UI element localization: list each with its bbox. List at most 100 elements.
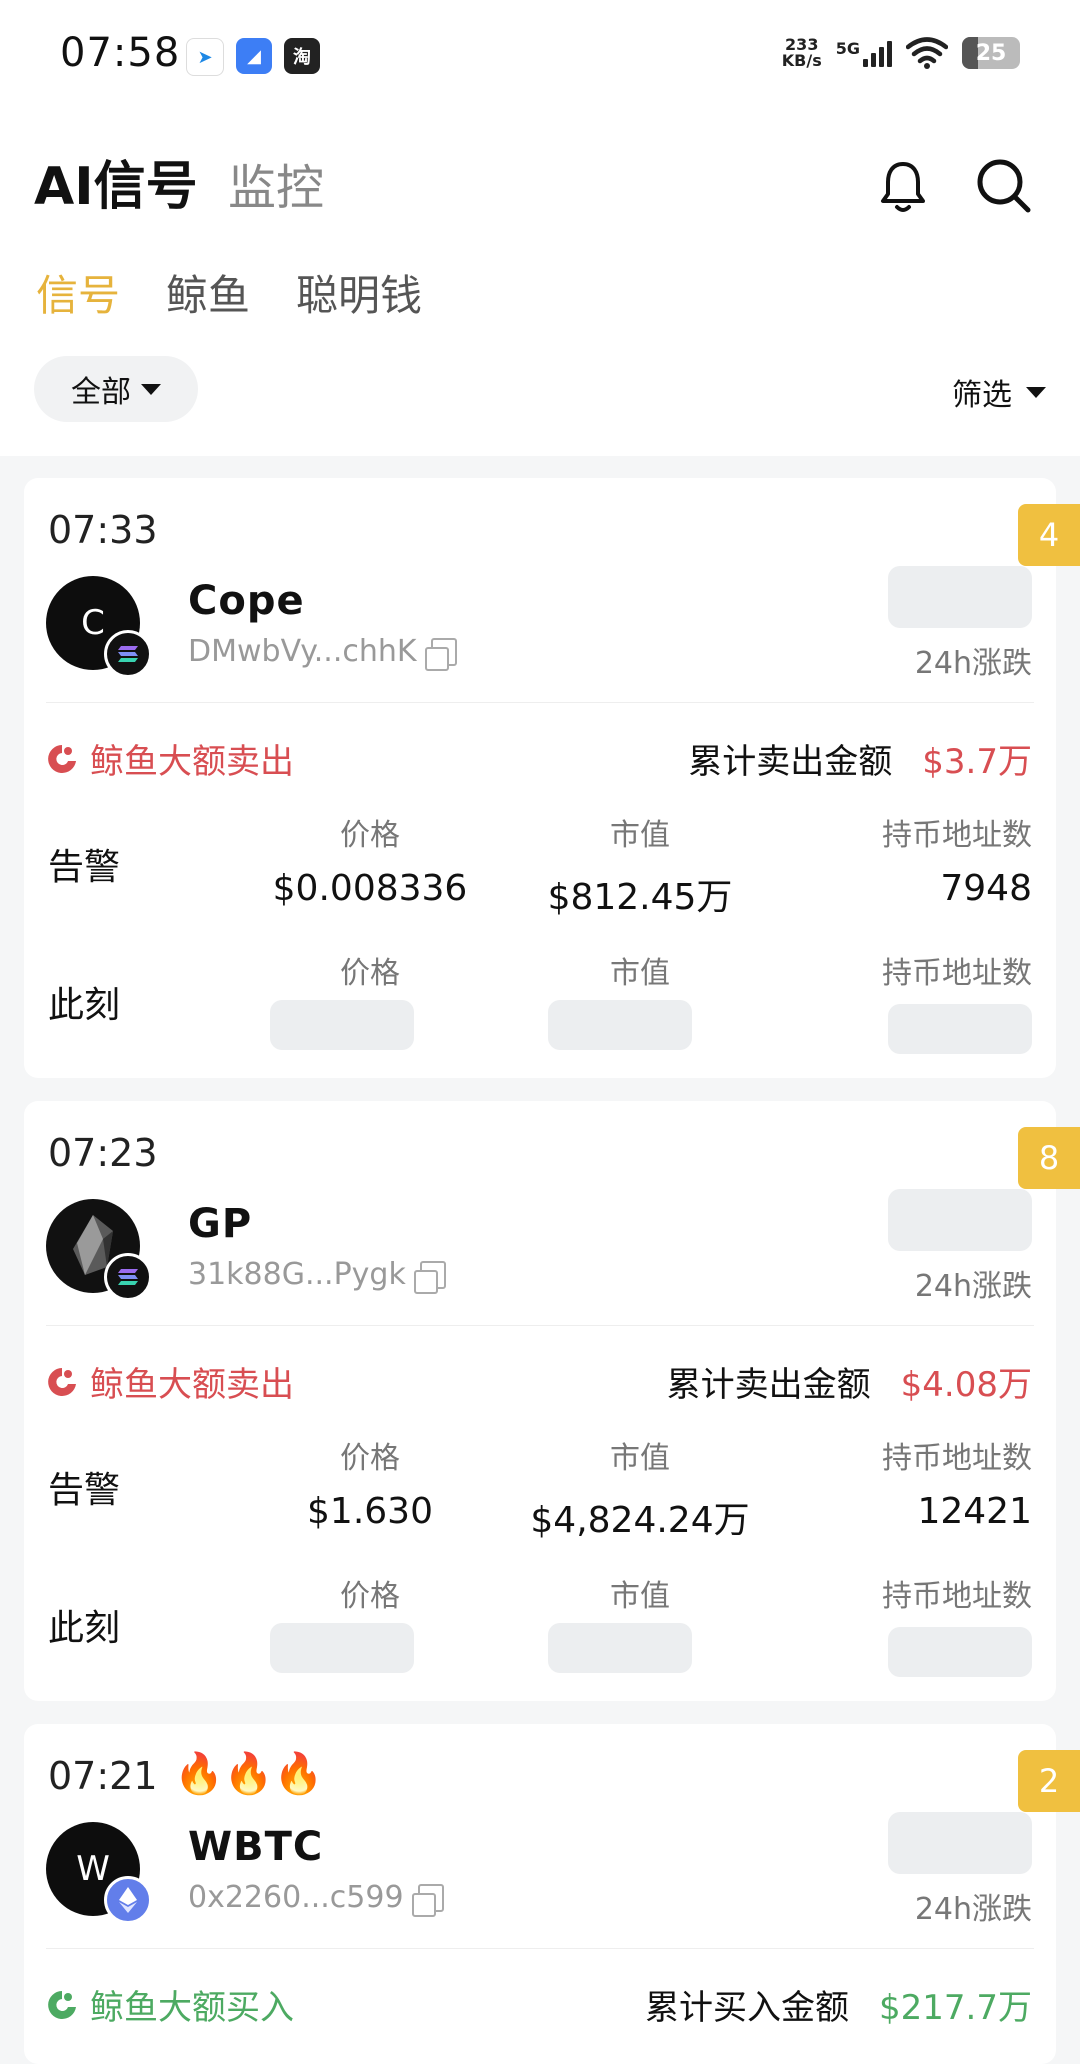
- ethereum-chain-icon: [104, 1876, 152, 1924]
- now-mcap-placeholder: [548, 1623, 692, 1673]
- now-price: 价格: [340, 1579, 400, 1614]
- signal-time: 07:23: [48, 1131, 158, 1175]
- signal-time: 07:21: [48, 1754, 158, 1798]
- change-24h-label: 24h涨跌: [914, 1269, 1032, 1304]
- signal-card[interactable]: 07:21 🔥🔥🔥 2 W WBTC 0x2260...c599 24h涨跌 鲸…: [24, 1724, 1080, 2064]
- status-bar: 07:58 ➤ ◢ 淘 233 KB/s 5G 25: [0, 0, 1080, 114]
- tab-ai-signal[interactable]: AI信号: [34, 144, 198, 219]
- alert-row-label: 告警: [48, 1470, 121, 1511]
- cumulative-sum-value: $217.7万: [879, 1988, 1032, 2028]
- price-change-placeholder: [888, 1189, 1032, 1251]
- battery-icon: 25: [962, 37, 1020, 69]
- token-address: DMwbVy...chhK: [188, 634, 457, 671]
- now-holders-placeholder: [888, 1004, 1032, 1054]
- token-name: GP: [188, 1201, 253, 1247]
- cumulative-sum-label: 累计卖出金额: [688, 742, 893, 782]
- whale-icon: [48, 744, 76, 773]
- token-address-text: DMwbVy...chhK: [188, 634, 417, 669]
- whale-icon: [48, 1367, 76, 1396]
- signal-count-badge: 2: [1018, 1750, 1080, 1812]
- search-icon[interactable]: [974, 156, 1032, 214]
- now-mcap-placeholder: [548, 1000, 692, 1050]
- page-header: AI信号 监控: [34, 144, 1046, 224]
- whale-event: 鲸鱼大额卖出: [46, 734, 294, 783]
- whale-event-label: 鲸鱼大额买入: [90, 1988, 294, 2028]
- cumulative-sum: 累计卖出金额 $4.08万: [667, 1357, 1032, 1406]
- solana-chain-icon: [104, 1253, 152, 1301]
- signal-time: 07:33: [48, 508, 158, 552]
- category-dropdown-label: 全部: [71, 375, 131, 410]
- now-holders: 持币地址数: [882, 956, 1032, 991]
- caret-down-icon: [1026, 386, 1046, 398]
- signal-card[interactable]: 07:23 8 GP 31k88G...Pygk 24h涨跌 鲸鱼大额卖出 累计…: [24, 1101, 1080, 1701]
- solana-chain-icon: [104, 630, 152, 678]
- divider: [46, 1325, 1034, 1326]
- cumulative-sum-value: $3.7万: [922, 742, 1032, 782]
- now-price: 价格: [340, 956, 400, 991]
- subtab-whale[interactable]: 鲸鱼: [166, 262, 250, 323]
- divider: [46, 702, 1034, 703]
- whale-icon: [48, 1990, 76, 2019]
- cellular-signal-icon: 5G: [836, 39, 892, 67]
- alert-holders: 持币地址数 7948: [882, 818, 1032, 909]
- browser-notification-icon: ◢: [236, 38, 272, 74]
- cumulative-sum: 累计买入金额 $217.7万: [645, 1980, 1032, 2029]
- network-speed: 233 KB/s: [781, 35, 822, 70]
- now-price-placeholder: [270, 1000, 414, 1050]
- whale-event: 鲸鱼大额买入: [46, 1980, 294, 2029]
- now-price-placeholder: [270, 1623, 414, 1673]
- whale-event-label: 鲸鱼大额卖出: [90, 742, 294, 782]
- taobao-notification-icon: 淘: [284, 38, 320, 74]
- subtab-signal[interactable]: 信号: [36, 262, 120, 323]
- price-change-placeholder: [888, 1812, 1032, 1874]
- signal-count-badge: 4: [1018, 504, 1080, 566]
- alert-price: 价格 $1.630: [307, 1441, 433, 1532]
- copy-icon[interactable]: [424, 637, 457, 671]
- alert-row-label: 告警: [48, 847, 121, 888]
- alert-holders: 持币地址数 12421: [882, 1441, 1032, 1532]
- cumulative-sum-label: 累计卖出金额: [666, 1365, 871, 1405]
- token-address: 31k88G...Pygk: [188, 1257, 446, 1294]
- bell-icon[interactable]: [878, 158, 928, 214]
- whale-event-label: 鲸鱼大额卖出: [90, 1365, 294, 1405]
- filter-dropdown[interactable]: 筛选: [952, 370, 1046, 414]
- now-row-label: 此刻: [48, 985, 121, 1026]
- copy-icon[interactable]: [411, 1883, 444, 1917]
- whale-event: 鲸鱼大额卖出: [46, 1357, 294, 1406]
- wifi-icon: [906, 37, 948, 69]
- cumulative-sum: 累计卖出金额 $3.7万: [688, 734, 1032, 783]
- token-name: Cope: [188, 578, 305, 624]
- copy-icon[interactable]: [413, 1260, 446, 1294]
- signal-card[interactable]: 07:33 4 C Cope DMwbVy...chhK 24h涨跌 鲸鱼大额卖…: [24, 478, 1080, 1078]
- token-name: WBTC: [188, 1824, 324, 1870]
- category-dropdown[interactable]: 全部: [34, 356, 198, 422]
- filter-label: 筛选: [952, 378, 1012, 413]
- alert-market-cap: 市值 $812.45万: [547, 818, 733, 918]
- app-notification-icon: ➤: [186, 38, 224, 76]
- now-row-label: 此刻: [48, 1608, 121, 1649]
- now-market-cap: 市值: [610, 1579, 670, 1614]
- fire-rating-icon: 🔥🔥🔥: [174, 1751, 324, 1797]
- alert-market-cap: 市值 $4,824.24万: [530, 1441, 750, 1541]
- status-time: 07:58: [60, 30, 181, 76]
- now-market-cap: 市值: [610, 956, 670, 991]
- system-indicators: 233 KB/s 5G 25: [782, 36, 1020, 70]
- now-holders-placeholder: [888, 1627, 1032, 1677]
- caret-down-icon: [141, 383, 161, 395]
- divider: [46, 1948, 1034, 1949]
- cumulative-sum-value: $4.08万: [900, 1365, 1032, 1405]
- price-change-placeholder: [888, 566, 1032, 628]
- notification-icons: ➤ ◢ 淘: [186, 38, 320, 76]
- tab-monitor[interactable]: 监控: [228, 148, 324, 218]
- now-holders: 持币地址数: [882, 1579, 1032, 1614]
- change-24h-label: 24h涨跌: [914, 646, 1032, 681]
- token-address-text: 31k88G...Pygk: [188, 1257, 406, 1292]
- alert-price: 价格 $0.008336: [272, 818, 468, 909]
- change-24h-label: 24h涨跌: [914, 1892, 1032, 1927]
- top-section: 07:58 ➤ ◢ 淘 233 KB/s 5G 25 AI信号 监控 信号 鲸鱼…: [0, 0, 1080, 456]
- token-address: 0x2260...c599: [188, 1880, 444, 1917]
- token-address-text: 0x2260...c599: [188, 1880, 404, 1915]
- subtab-smart-money[interactable]: 聪明钱: [296, 262, 422, 323]
- cumulative-sum-label: 累计买入金额: [645, 1988, 850, 2028]
- signal-count-badge: 8: [1018, 1127, 1080, 1189]
